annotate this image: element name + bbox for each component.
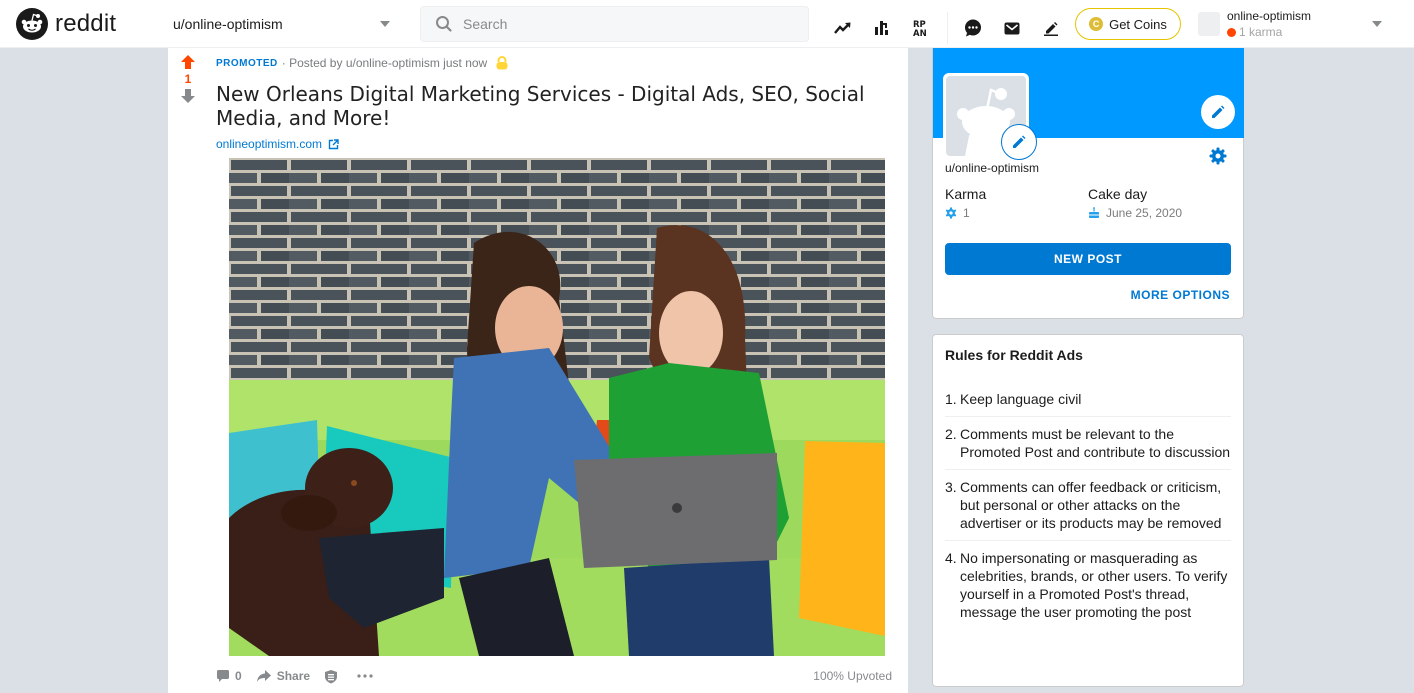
pencil-icon — [1212, 105, 1225, 118]
rule-number: 3. — [945, 479, 957, 495]
post-photo — [229, 158, 885, 656]
header-actions: RP AN — [832, 12, 1079, 44]
post-meta: PROMOTED · Posted by u/online-optimism j… — [216, 56, 509, 70]
community-name: u/online-optimism — [173, 16, 283, 32]
rpan-icon[interactable]: RP AN — [910, 17, 932, 39]
chevron-down-icon — [1372, 21, 1382, 27]
edit-avatar-button[interactable] — [1001, 124, 1037, 160]
more-options-link[interactable]: MORE OPTIONS — [1131, 288, 1230, 302]
settings-gear-icon[interactable] — [1209, 147, 1227, 165]
create-post-pencil-icon[interactable] — [1040, 17, 1062, 39]
cakeday-stat: Cake day June 25, 2020 — [1088, 186, 1182, 220]
post-outbound-link[interactable]: onlineoptimism.com — [216, 137, 339, 151]
search-input[interactable] — [463, 16, 783, 32]
rule-item: 2. Comments must be relevant to the Prom… — [945, 417, 1231, 470]
rule-item: 4. No impersonating or masquerading as c… — [945, 541, 1231, 629]
get-coins-button[interactable]: C Get Coins — [1075, 8, 1181, 40]
user-avatar — [1198, 12, 1220, 36]
rules-title: Rules for Reddit Ads — [945, 347, 1083, 363]
header-karma-text: 1 karma — [1239, 25, 1283, 39]
rules-card: Rules for Reddit Ads 1. Keep language ci… — [932, 334, 1244, 687]
header-username: online-optimism — [1227, 9, 1312, 23]
more-options-ellipsis[interactable] — [357, 674, 378, 678]
karma-label: Karma — [945, 186, 987, 202]
popular-trending-icon[interactable] — [832, 17, 854, 39]
edit-banner-button[interactable] — [1201, 95, 1235, 129]
downvote-arrow-icon[interactable] — [180, 88, 196, 104]
rule-number: 4. — [945, 550, 957, 566]
comment-icon — [217, 670, 229, 682]
moderate-button[interactable] — [324, 669, 343, 684]
rule-number: 1. — [945, 391, 957, 407]
rule-text: Comments can offer feedback or criticism… — [960, 479, 1222, 531]
post-footer: 0 Share 100% Upvoted — [216, 666, 892, 686]
reddit-snoo-icon — [16, 8, 48, 40]
stats-icon[interactable] — [871, 17, 893, 39]
coin-icon: C — [1089, 17, 1104, 31]
rule-number: 2. — [945, 426, 957, 442]
karma-value: 1 — [963, 206, 970, 220]
rule-text: Keep language civil — [960, 391, 1082, 407]
cakeday-value: June 25, 2020 — [1106, 206, 1183, 220]
karma-icon — [1227, 27, 1236, 37]
get-coins-label: Get Coins — [1109, 16, 1167, 32]
post-link-text: onlineoptimism.com — [216, 137, 323, 151]
profile-username[interactable]: u/online-optimism — [945, 161, 1039, 175]
lock-icon — [496, 56, 508, 70]
comments-button[interactable]: 0 — [216, 669, 242, 683]
vote-column: 1 — [176, 54, 200, 104]
rule-text: No impersonating or masquerading as cele… — [960, 550, 1228, 620]
post-image[interactable] — [229, 158, 885, 656]
share-arrow-icon — [256, 670, 271, 682]
profile-card: u/online-optimism Karma 1 Cake day June … — [932, 48, 1244, 319]
rule-item: 1. Keep language civil — [945, 382, 1231, 417]
cakeday-label: Cake day — [1088, 186, 1148, 202]
posted-by: · Posted by u/online-optimism just now — [281, 56, 488, 70]
promoted-label: PROMOTED — [216, 57, 278, 69]
karma-gear-icon — [945, 207, 957, 219]
share-label: Share — [276, 669, 311, 683]
vote-count: 1 — [184, 72, 192, 86]
svg-text:AN: AN — [913, 29, 927, 37]
reddit-logo[interactable]: reddit — [16, 8, 116, 40]
share-button[interactable]: Share — [256, 669, 310, 683]
chat-icon[interactable] — [962, 17, 984, 39]
mail-icon[interactable] — [1001, 17, 1023, 39]
top-header: reddit u/online-optimism RPAN — [0, 0, 1414, 48]
header-karma: 1 karma — [1227, 24, 1311, 40]
search-icon — [436, 16, 452, 32]
promoted-post: 1 PROMOTED · Posted by u/online-optimism… — [168, 48, 908, 693]
ellipsis-icon — [357, 674, 373, 678]
new-post-button[interactable]: NEW POST — [945, 243, 1231, 275]
community-dropdown[interactable]: u/online-optimism — [173, 7, 398, 41]
chevron-down-icon — [380, 21, 390, 27]
header-divider — [947, 12, 948, 44]
karma-stat: Karma 1 — [945, 186, 986, 220]
rule-item: 3. Comments can offer feedback or critic… — [945, 470, 1231, 541]
shield-icon — [325, 669, 338, 683]
brand-wordmark: reddit — [55, 10, 117, 37]
pencil-icon — [1013, 135, 1026, 148]
cake-icon — [1089, 207, 1099, 218]
upvote-arrow-icon[interactable] — [180, 54, 196, 70]
external-link-icon — [328, 138, 339, 149]
comment-count: 0 — [235, 669, 242, 683]
rule-text: Comments must be relevant to the Promote… — [960, 426, 1231, 460]
user-dropdown[interactable]: online-optimism 1 karma — [1198, 5, 1398, 43]
search-bar[interactable] — [420, 6, 809, 42]
upvote-ratio: 100% Upvoted — [813, 669, 892, 683]
post-title[interactable]: New Orleans Digital Marketing Services -… — [216, 82, 886, 130]
